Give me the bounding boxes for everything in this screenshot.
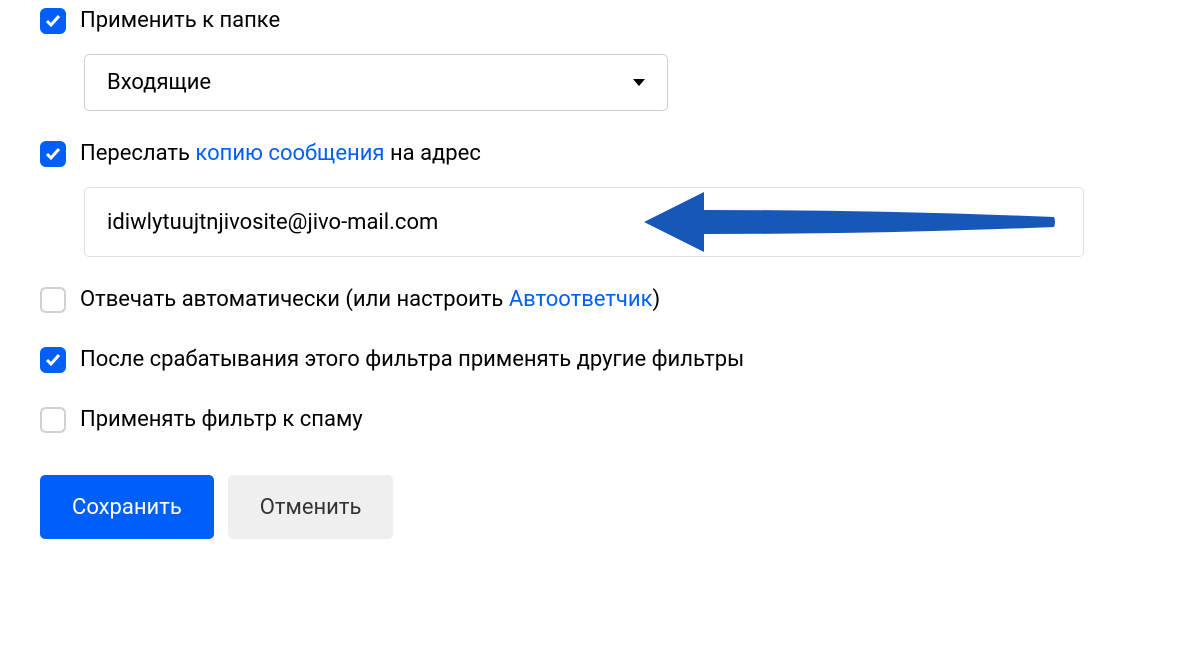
apply-other-filters-checkbox[interactable] bbox=[40, 347, 66, 373]
forward-label-suffix: на адрес bbox=[385, 141, 481, 166]
forward-label: Переслать копию сообщения на адрес bbox=[80, 139, 481, 169]
auto-reply-checkbox[interactable] bbox=[40, 287, 66, 313]
auto-reply-label: Отвечать автоматически (или настроить Ав… bbox=[80, 285, 660, 315]
apply-to-spam-checkbox[interactable] bbox=[40, 407, 66, 433]
check-icon bbox=[45, 13, 61, 29]
auto-reply-label-suffix: ) bbox=[652, 287, 660, 312]
forward-checkbox[interactable] bbox=[40, 141, 66, 167]
forward-email-input[interactable] bbox=[84, 187, 1084, 257]
apply-to-folder-label: Применить к папке bbox=[80, 6, 280, 36]
autoresponder-link[interactable]: Автоответчик bbox=[509, 287, 653, 312]
copy-message-link[interactable]: копию сообщения bbox=[195, 141, 384, 166]
forward-label-prefix: Переслать bbox=[80, 141, 195, 166]
folder-select-value: Входящие bbox=[107, 70, 211, 95]
check-icon bbox=[45, 146, 61, 162]
apply-to-folder-checkbox[interactable] bbox=[40, 8, 66, 34]
save-button[interactable]: Сохранить bbox=[40, 475, 214, 539]
apply-other-filters-label: После срабатывания этого фильтра применя… bbox=[80, 345, 744, 375]
apply-to-spam-label: Применять фильтр к спаму bbox=[80, 405, 363, 435]
auto-reply-label-prefix: Отвечать автоматически (или настроить bbox=[80, 287, 509, 312]
check-icon bbox=[45, 352, 61, 368]
cancel-button[interactable]: Отменить bbox=[228, 475, 394, 539]
chevron-down-icon bbox=[633, 79, 645, 86]
folder-select[interactable]: Входящие bbox=[84, 54, 668, 111]
